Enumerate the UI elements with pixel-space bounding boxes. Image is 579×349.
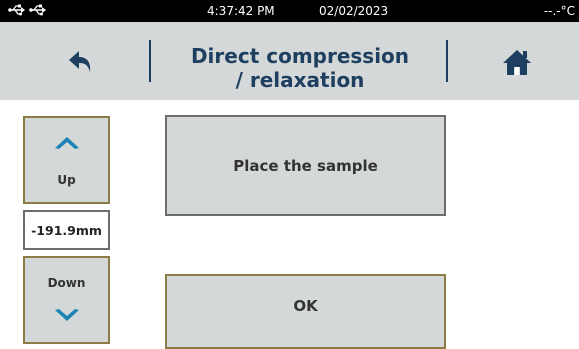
usb-icon xyxy=(29,4,46,16)
instruction-panel: Place the sample xyxy=(165,115,446,216)
status-time: 4:37:42 PM xyxy=(207,4,275,18)
page-title-line2: / relaxation xyxy=(235,68,365,92)
usb-icon xyxy=(8,4,25,16)
up-label: Up xyxy=(57,173,76,187)
header-separator xyxy=(446,40,448,82)
instruction-text: Place the sample xyxy=(233,156,378,175)
back-button[interactable] xyxy=(56,42,106,82)
status-temperature: --.-°C xyxy=(543,4,575,18)
status-bar: 4:37:42 PM 02/02/2023 --.-°C xyxy=(0,0,579,22)
chevron-up-icon xyxy=(55,137,79,149)
chevron-down-icon xyxy=(55,309,79,321)
back-arrow-icon xyxy=(69,51,91,72)
ok-label: OK xyxy=(293,296,318,315)
down-label: Down xyxy=(47,276,86,290)
position-readout: -191.9mm xyxy=(23,210,110,250)
header-bar: Direct compression / relaxation xyxy=(0,22,579,100)
usb-indicators xyxy=(8,3,47,17)
page-title: Direct compression / relaxation xyxy=(160,44,440,92)
home-icon xyxy=(503,50,531,75)
header-separator xyxy=(149,40,151,82)
down-button[interactable]: Down xyxy=(23,256,110,344)
up-button[interactable]: Up xyxy=(23,116,110,204)
page-title-line1: Direct compression xyxy=(190,44,410,68)
home-button[interactable] xyxy=(492,42,542,82)
status-date: 02/02/2023 xyxy=(319,4,389,18)
ok-button[interactable]: OK xyxy=(165,274,446,349)
